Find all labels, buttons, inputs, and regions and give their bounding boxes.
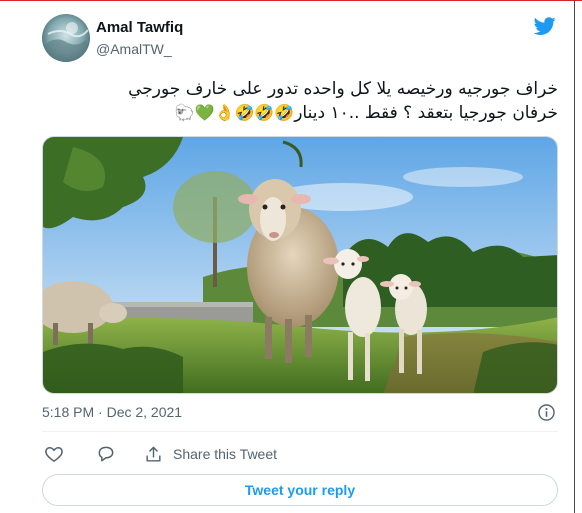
author-name[interactable]: Amal Tawfiq [96,19,183,36]
share-icon [146,446,161,462]
tweet-photo[interactable] [42,136,558,394]
tweet-your-reply-button[interactable]: Tweet your reply [42,474,558,506]
tweet-timestamp[interactable]: 5:18 PM · Dec 2, 2021 [42,404,182,420]
tweet-text: خراف جورجيه ورخيصه يلا كل واحده تدور على… [40,77,558,125]
share-tweet-button[interactable]: Share this Tweet [144,444,277,464]
author-handle[interactable]: @AmalTW_ [96,41,172,57]
window-frame-right [574,0,575,513]
heart-icon[interactable] [44,444,64,464]
share-label: Share this Tweet [173,446,278,462]
reply-icon[interactable] [96,444,116,464]
actions-divider [42,431,558,432]
tweet-text-line-2: خرفان جورجيا بتعقد ؟ فقط ..١٠ دينار🐑💚👌🤣🤣… [40,101,558,125]
tweet-text-line-2-text: خرفان جورجيا بتعقد ؟ فقط ..١٠ دينار [294,103,558,123]
twitter-bird-icon[interactable] [533,15,557,37]
window-frame-top [0,0,582,1]
emoji-group: 🐑💚👌🤣🤣🤣 [174,103,295,122]
info-icon[interactable] [537,403,556,422]
author-avatar[interactable] [42,14,90,62]
tweet-text-line-1: خراف جورجيه ورخيصه يلا كل واحده تدور على… [128,79,558,99]
